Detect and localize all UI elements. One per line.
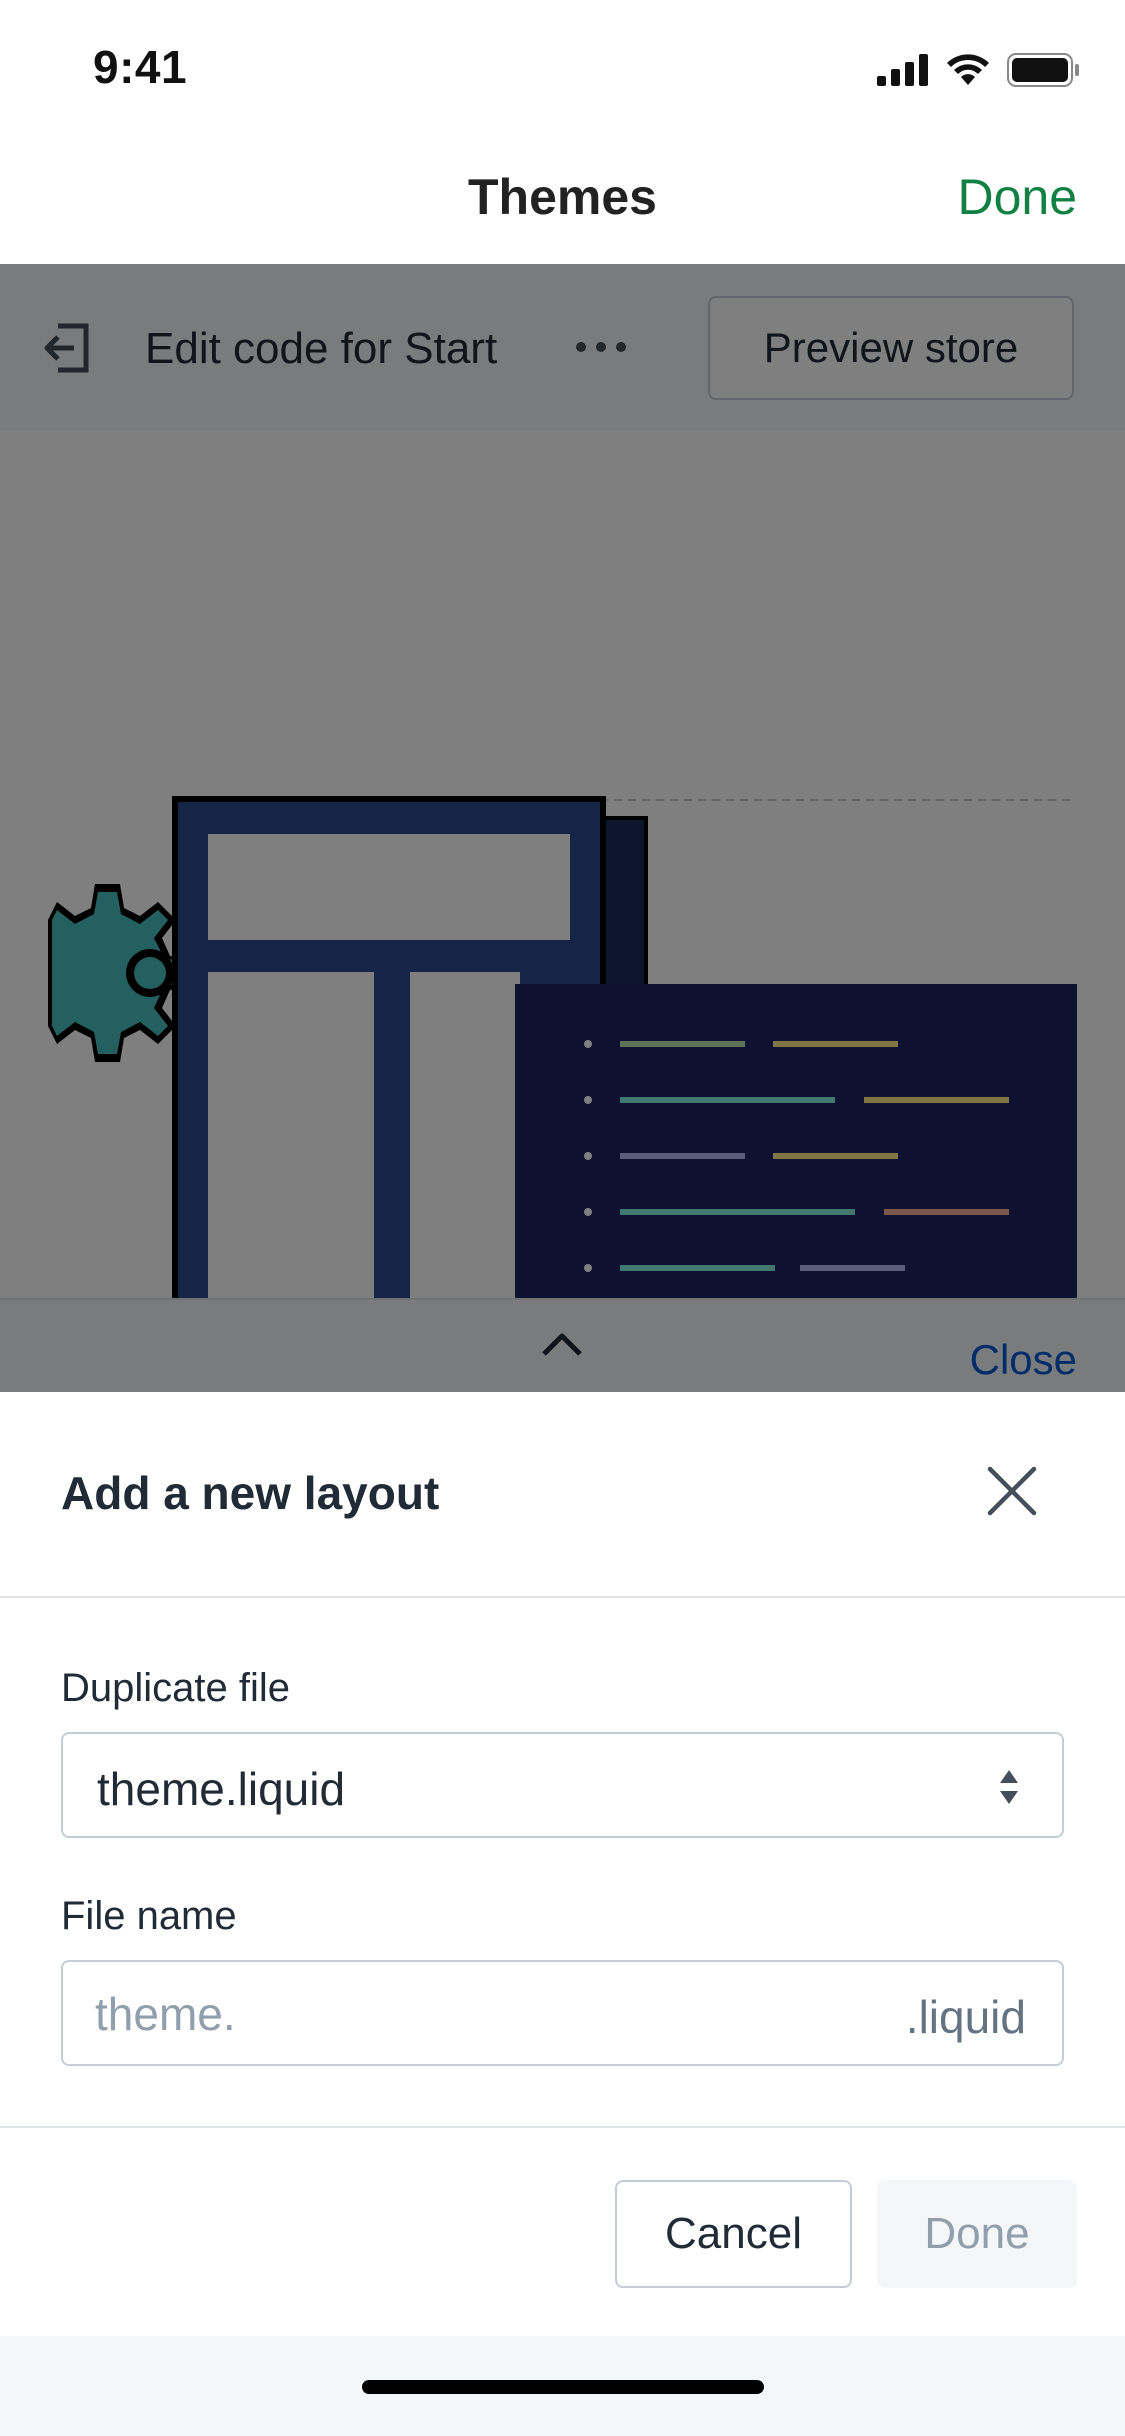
duplicate-file-value: theme.liquid <box>97 1763 346 1815</box>
status-time: 9:41 <box>93 41 188 93</box>
nav-bar: Themes Done <box>0 132 1125 264</box>
page: 9:41 Themes Done Add a new layout Duplic… <box>0 0 1125 2436</box>
done-button[interactable]: Done <box>877 2180 1077 2288</box>
file-name-suffix: .liquid <box>905 1991 1026 2043</box>
modal-overlay[interactable] <box>0 264 1125 1392</box>
file-name-input[interactable] <box>95 1980 855 2048</box>
battery-icon <box>1007 53 1079 87</box>
home-indicator[interactable] <box>362 2380 764 2394</box>
close-icon[interactable] <box>984 1463 1040 1519</box>
nav-title: Themes <box>468 169 657 225</box>
file-name-label: File name <box>61 1894 237 1938</box>
cancel-button[interactable]: Cancel <box>615 2180 852 2288</box>
nav-done-button[interactable]: Done <box>957 168 1077 226</box>
footer-divider <box>0 2126 1125 2128</box>
status-icons <box>877 50 1081 90</box>
duplicate-file-select[interactable]: theme.liquid <box>61 1732 1064 1838</box>
sheet-header: Add a new layout <box>0 1392 1125 1598</box>
duplicate-file-label: Duplicate file <box>61 1666 291 1710</box>
wifi-icon <box>947 54 989 85</box>
sheet-title: Add a new layout <box>61 1467 440 1519</box>
signal-icon <box>877 54 928 86</box>
home-area <box>0 2336 1125 2436</box>
select-arrows-icon <box>1000 1770 1018 1804</box>
status-bar: 9:41 <box>0 0 1125 132</box>
add-layout-sheet: Add a new layout Duplicate file theme.li… <box>0 1392 1125 2436</box>
file-name-field[interactable]: .liquid <box>61 1960 1064 2066</box>
